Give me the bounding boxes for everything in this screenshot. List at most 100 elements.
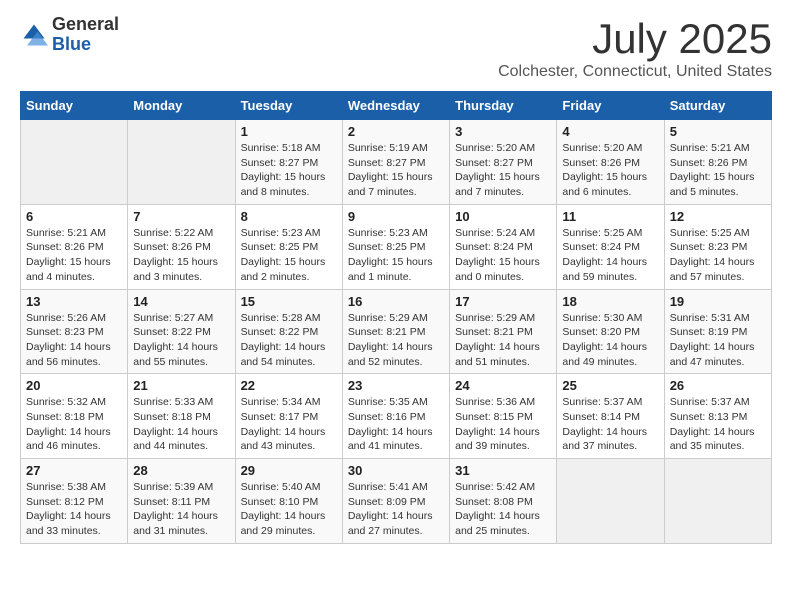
calendar-week-row: 6Sunrise: 5:21 AMSunset: 8:26 PMDaylight…: [21, 204, 772, 289]
day-info: Sunrise: 5:29 AMSunset: 8:21 PMDaylight:…: [455, 311, 551, 370]
day-info: Sunrise: 5:31 AMSunset: 8:19 PMDaylight:…: [670, 311, 766, 370]
day-info: Sunrise: 5:32 AMSunset: 8:18 PMDaylight:…: [26, 395, 122, 454]
calendar-cell: 6Sunrise: 5:21 AMSunset: 8:26 PMDaylight…: [21, 204, 128, 289]
title-block: July 2025 Colchester, Connecticut, Unite…: [498, 15, 772, 81]
calendar-week-row: 1Sunrise: 5:18 AMSunset: 8:27 PMDaylight…: [21, 120, 772, 205]
calendar-cell: [557, 459, 664, 544]
calendar-cell: 23 Sunrise: 5:35 AMSunset: 8:16 PMDayligh…: [342, 374, 449, 459]
calendar-cell: 10 Sunrise: 5:24 AMSunset: 8:24 PMDayligh…: [450, 204, 557, 289]
weekday-header: Sunday: [21, 92, 128, 120]
calendar-cell: 5Sunrise: 5:21 AMSunset: 8:26 PMDaylight…: [664, 120, 771, 205]
day-info: Sunrise: 5:37 AMSunset: 8:13 PMDaylight:…: [670, 395, 766, 454]
day-number: 13: [26, 294, 122, 309]
day-number: 20: [26, 378, 122, 393]
calendar-cell: 14 Sunrise: 5:27 AMSunset: 8:22 PMDayligh…: [128, 289, 235, 374]
calendar-cell: 13 Sunrise: 5:26 AMSunset: 8:23 PMDayligh…: [21, 289, 128, 374]
day-info: Sunrise: 5:37 AMSunset: 8:14 PMDaylight:…: [562, 395, 658, 454]
calendar-cell: 31Sunrise: 5:42 AMSunset: 8:08 PMDayligh…: [450, 459, 557, 544]
calendar-cell: 11 Sunrise: 5:25 AMSunset: 8:24 PMDayligh…: [557, 204, 664, 289]
calendar-cell: 9Sunrise: 5:23 AMSunset: 8:25 PMDaylight…: [342, 204, 449, 289]
calendar-cell: 15 Sunrise: 5:28 AMSunset: 8:22 PMDayligh…: [235, 289, 342, 374]
calendar-week-row: 13 Sunrise: 5:26 AMSunset: 8:23 PMDayligh…: [21, 289, 772, 374]
logo: General Blue: [20, 15, 119, 55]
day-number: 19: [670, 294, 766, 309]
day-info: Sunrise: 5:28 AMSunset: 8:22 PMDaylight:…: [241, 311, 337, 370]
weekday-header: Tuesday: [235, 92, 342, 120]
day-info: Sunrise: 5:21 AMSunset: 8:26 PMDaylight:…: [670, 141, 766, 200]
day-info: Sunrise: 5:29 AMSunset: 8:21 PMDaylight:…: [348, 311, 444, 370]
day-number: 2: [348, 124, 444, 139]
day-number: 17: [455, 294, 551, 309]
day-info: Sunrise: 5:19 AMSunset: 8:27 PMDaylight:…: [348, 141, 444, 200]
calendar-week-row: 27 Sunrise: 5:38 AMSunset: 8:12 PMDayligh…: [21, 459, 772, 544]
day-info: Sunrise: 5:34 AMSunset: 8:17 PMDaylight:…: [241, 395, 337, 454]
calendar-cell: 24Sunrise: 5:36 AMSunset: 8:15 PMDayligh…: [450, 374, 557, 459]
day-info: Sunrise: 5:25 AMSunset: 8:23 PMDaylight:…: [670, 226, 766, 285]
day-info: Sunrise: 5:27 AMSunset: 8:22 PMDaylight:…: [133, 311, 229, 370]
calendar-cell: [128, 120, 235, 205]
logo-text: General Blue: [52, 15, 119, 55]
day-info: Sunrise: 5:30 AMSunset: 8:20 PMDaylight:…: [562, 311, 658, 370]
logo-general: General: [52, 15, 119, 35]
day-number: 16: [348, 294, 444, 309]
day-number: 24: [455, 378, 551, 393]
logo-blue: Blue: [52, 35, 119, 55]
day-info: Sunrise: 5:21 AMSunset: 8:26 PMDaylight:…: [26, 226, 122, 285]
page-header: General Blue July 2025 Colchester, Conne…: [20, 15, 772, 81]
day-info: Sunrise: 5:41 AMSunset: 8:09 PMDaylight:…: [348, 480, 444, 539]
day-number: 25: [562, 378, 658, 393]
day-number: 8: [241, 209, 337, 224]
calendar-cell: 7 Sunrise: 5:22 AMSunset: 8:26 PMDaylight…: [128, 204, 235, 289]
day-info: Sunrise: 5:39 AMSunset: 8:11 PMDaylight:…: [133, 480, 229, 539]
day-number: 30: [348, 463, 444, 478]
day-info: Sunrise: 5:40 AMSunset: 8:10 PMDaylight:…: [241, 480, 337, 539]
day-number: 23: [348, 378, 444, 393]
calendar-cell: [664, 459, 771, 544]
day-info: Sunrise: 5:26 AMSunset: 8:23 PMDaylight:…: [26, 311, 122, 370]
day-info: Sunrise: 5:18 AMSunset: 8:27 PMDaylight:…: [241, 141, 337, 200]
calendar-cell: 26 Sunrise: 5:37 AMSunset: 8:13 PMDayligh…: [664, 374, 771, 459]
subtitle: Colchester, Connecticut, United States: [498, 63, 772, 81]
day-number: 22: [241, 378, 337, 393]
weekday-header: Wednesday: [342, 92, 449, 120]
day-number: 9: [348, 209, 444, 224]
day-number: 12: [670, 209, 766, 224]
day-number: 11: [562, 209, 658, 224]
day-info: Sunrise: 5:24 AMSunset: 8:24 PMDaylight:…: [455, 226, 551, 285]
calendar-week-row: 20 Sunrise: 5:32 AMSunset: 8:18 PMDayligh…: [21, 374, 772, 459]
calendar-cell: 2 Sunrise: 5:19 AMSunset: 8:27 PMDaylight…: [342, 120, 449, 205]
calendar-cell: 25 Sunrise: 5:37 AMSunset: 8:14 PMDayligh…: [557, 374, 664, 459]
logo-icon: [20, 21, 48, 49]
day-info: Sunrise: 5:20 AMSunset: 8:26 PMDaylight:…: [562, 141, 658, 200]
calendar-header-row: SundayMondayTuesdayWednesdayThursdayFrid…: [21, 92, 772, 120]
day-number: 3: [455, 124, 551, 139]
weekday-header: Monday: [128, 92, 235, 120]
main-title: July 2025: [498, 15, 772, 63]
calendar-cell: 30 Sunrise: 5:41 AMSunset: 8:09 PMDayligh…: [342, 459, 449, 544]
calendar-cell: 16 Sunrise: 5:29 AMSunset: 8:21 PMDayligh…: [342, 289, 449, 374]
day-number: 29: [241, 463, 337, 478]
calendar-cell: 1Sunrise: 5:18 AMSunset: 8:27 PMDaylight…: [235, 120, 342, 205]
weekday-header: Thursday: [450, 92, 557, 120]
calendar-cell: 8 Sunrise: 5:23 AMSunset: 8:25 PMDaylight…: [235, 204, 342, 289]
day-number: 26: [670, 378, 766, 393]
day-number: 28: [133, 463, 229, 478]
day-number: 15: [241, 294, 337, 309]
day-number: 27: [26, 463, 122, 478]
day-info: Sunrise: 5:22 AMSunset: 8:26 PMDaylight:…: [133, 226, 229, 285]
day-number: 14: [133, 294, 229, 309]
day-info: Sunrise: 5:25 AMSunset: 8:24 PMDaylight:…: [562, 226, 658, 285]
day-number: 10: [455, 209, 551, 224]
day-info: Sunrise: 5:38 AMSunset: 8:12 PMDaylight:…: [26, 480, 122, 539]
calendar-cell: 18 Sunrise: 5:30 AMSunset: 8:20 PMDayligh…: [557, 289, 664, 374]
day-number: 7: [133, 209, 229, 224]
day-info: Sunrise: 5:20 AMSunset: 8:27 PMDaylight:…: [455, 141, 551, 200]
calendar-cell: 3 Sunrise: 5:20 AMSunset: 8:27 PMDaylight…: [450, 120, 557, 205]
day-number: 18: [562, 294, 658, 309]
day-info: Sunrise: 5:23 AMSunset: 8:25 PMDaylight:…: [241, 226, 337, 285]
day-info: Sunrise: 5:35 AMSunset: 8:16 PMDaylight:…: [348, 395, 444, 454]
calendar-cell: 4Sunrise: 5:20 AMSunset: 8:26 PMDaylight…: [557, 120, 664, 205]
calendar-cell: 21Sunrise: 5:33 AMSunset: 8:18 PMDayligh…: [128, 374, 235, 459]
day-number: 21: [133, 378, 229, 393]
weekday-header: Friday: [557, 92, 664, 120]
